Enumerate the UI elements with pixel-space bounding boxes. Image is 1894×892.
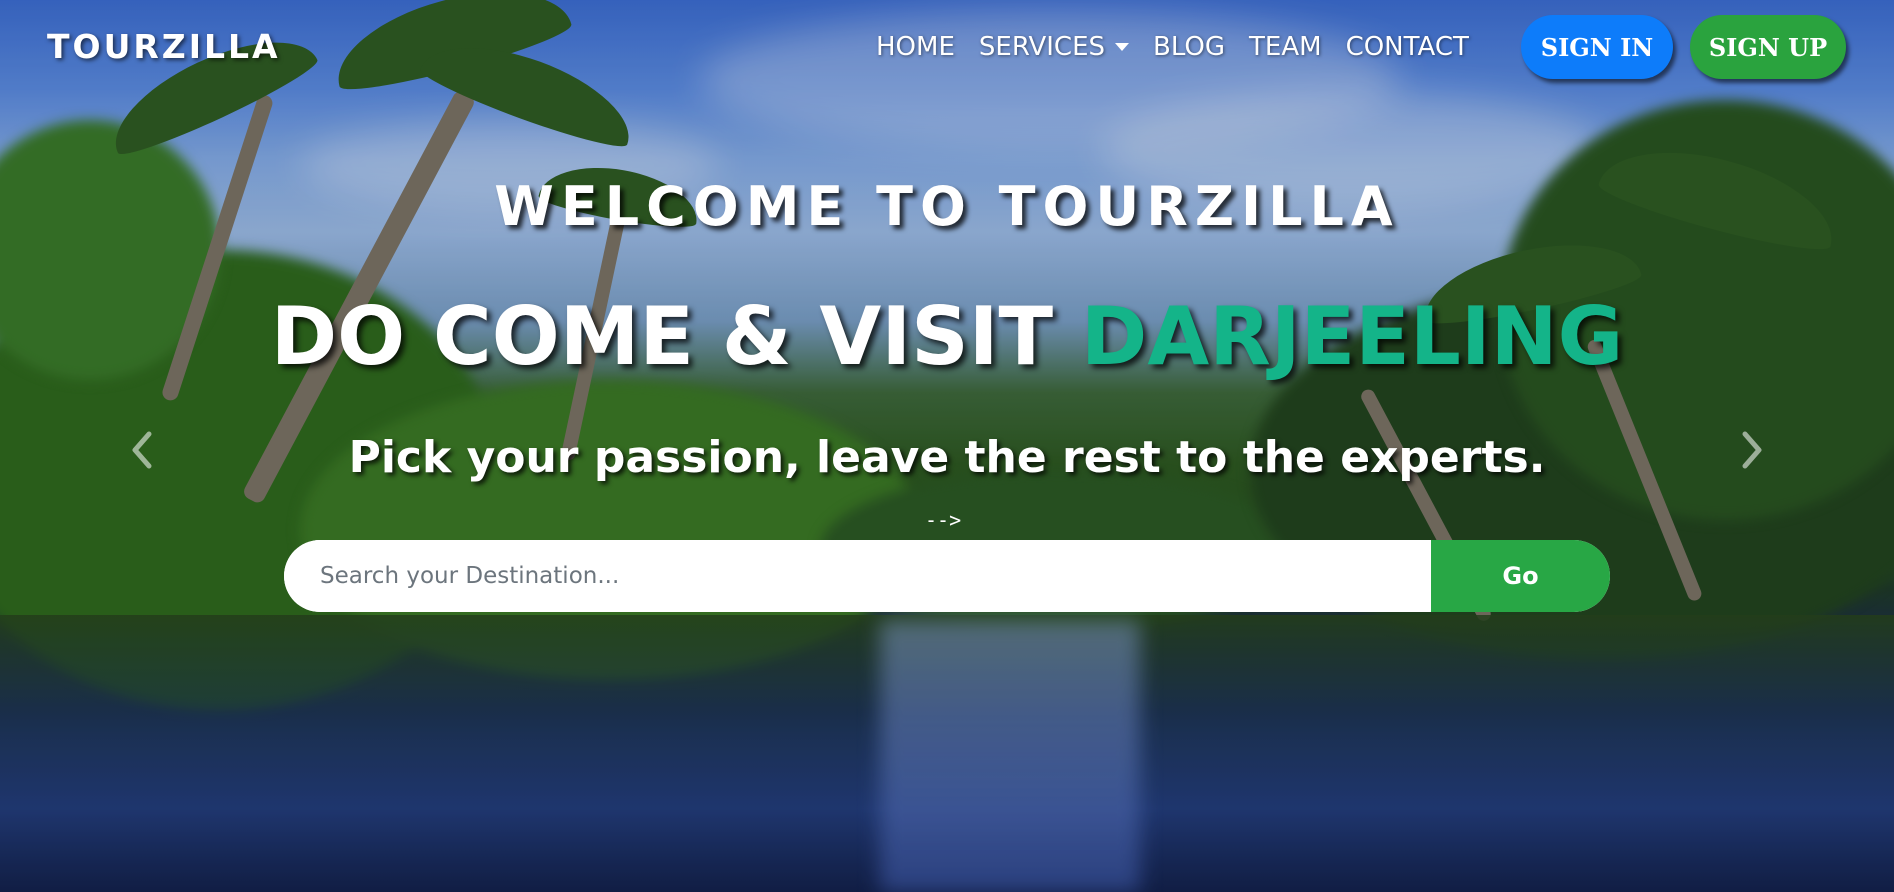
navbar: TOURZILLA HOME SERVICES BLOG TEAM CONTAC…	[0, 0, 1894, 94]
destination-search-input[interactable]	[284, 540, 1431, 612]
nav-contact-link[interactable]: CONTACT	[1346, 32, 1469, 62]
welcome-heading: WELCOME TO TOURZILLA	[494, 175, 1400, 238]
carousel-prev-button[interactable]	[112, 420, 172, 480]
go-button[interactable]: Go	[1431, 540, 1610, 612]
hero-tagline: Pick your passion, leave the rest to the…	[348, 432, 1546, 483]
nav-services-dropdown[interactable]: SERVICES	[978, 32, 1130, 62]
hero-headline: DO COME & VISIT DARJEELING	[0, 290, 1894, 383]
brand-logo[interactable]: TOURZILLA	[47, 27, 281, 66]
headline-destination: DARJEELING	[1080, 290, 1624, 383]
carousel-next-button[interactable]	[1722, 420, 1782, 480]
search-form: Go	[284, 540, 1610, 612]
hero-banner: TOURZILLA HOME SERVICES BLOG TEAM CONTAC…	[0, 0, 1894, 892]
sign-up-button[interactable]: SIGN UP	[1690, 15, 1846, 79]
sign-in-button[interactable]: SIGN IN	[1521, 15, 1673, 79]
caret-down-icon	[1115, 43, 1130, 51]
nav-services-label: SERVICES	[978, 32, 1106, 62]
arrow-text: -->	[925, 508, 962, 532]
nav-team-link[interactable]: TEAM	[1249, 32, 1322, 62]
chevron-left-icon	[132, 431, 152, 469]
nav-blog-link[interactable]: BLOG	[1153, 32, 1225, 62]
nav-home-link[interactable]: HOME	[876, 32, 955, 62]
chevron-right-icon	[1742, 431, 1762, 469]
nav-links: HOME SERVICES BLOG TEAM CONTACT	[876, 32, 1469, 62]
headline-prefix: DO COME & VISIT	[270, 290, 1081, 383]
